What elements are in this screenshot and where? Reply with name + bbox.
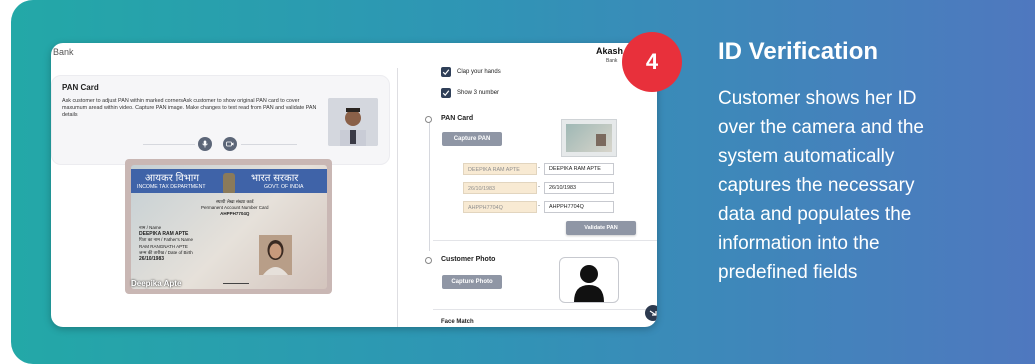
video-icon <box>226 141 234 147</box>
step-title: ID Verification <box>718 38 879 65</box>
description-line: data and populates the <box>718 204 912 225</box>
validate-pan-button[interactable]: Validate PAN <box>566 221 636 235</box>
step-description: Customer shows her ID over the camera an… <box>718 84 1018 287</box>
timeline-node-pan <box>425 116 432 123</box>
signature <box>223 275 249 284</box>
capture-photo-button[interactable]: Capture Photo <box>442 275 502 289</box>
mic-icon <box>202 140 208 148</box>
father-name: RAM RANGNATH APTE <box>139 243 188 249</box>
bank-name: Bank <box>53 47 74 57</box>
agent-video-thumbnail <box>328 98 378 146</box>
pan-number-input[interactable] <box>544 201 614 213</box>
dob: 26/10/1983 <box>139 256 165 263</box>
pan-panel-title: PAN Card <box>62 83 99 92</box>
scroll-down-button[interactable] <box>645 305 657 321</box>
dob-input[interactable] <box>544 182 614 194</box>
checkbox-label: Clap your hands <box>457 69 501 75</box>
checkbox-clap-hands[interactable] <box>441 67 451 77</box>
pan-card-fields: नाम / Name DEEPIKA RAM APTE पिता का नाम … <box>139 225 193 262</box>
pan-dept-hindi: आयकर विभाग <box>145 173 199 184</box>
pan-card-capture: आयकर विभाग भारत सरकार INCOME TAX DEPARTM… <box>125 159 332 294</box>
pan-govt-english: GOVT. OF INDIA <box>264 184 304 190</box>
check-icon <box>442 69 450 76</box>
check-icon <box>442 90 450 97</box>
father-label: पिता का नाम / Father's Name <box>139 237 194 243</box>
description-line: over the camera and the <box>718 117 924 138</box>
national-emblem-icon <box>223 173 235 193</box>
video-button[interactable] <box>223 137 237 151</box>
description-line: captures the necessary <box>718 175 915 196</box>
field-separator: - <box>538 165 540 171</box>
read-dob-field: 26/10/1983 <box>463 182 537 194</box>
pan-instruction-panel: PAN Card Ask customer to adjust PAN with… <box>51 75 390 165</box>
pan-card-header: आयकर विभाग भारत सरकार INCOME TAX DEPARTM… <box>131 169 327 193</box>
description-line: predefined fields <box>718 262 858 283</box>
read-name-field: DEEPIKA RAM APTE <box>463 163 537 175</box>
customer-photo-placeholder <box>559 257 619 303</box>
read-pan-field: AHPPH7704Q <box>463 201 537 213</box>
description-line: Customer shows her ID <box>718 88 917 109</box>
pan-dept-english: INCOME TAX DEPARTMENT <box>137 184 206 190</box>
mic-button[interactable] <box>198 137 212 151</box>
description-line: system automatically <box>718 146 895 167</box>
pan-number: AHPPH7704Q <box>220 211 250 216</box>
pan-card-center: स्थायी लेखा संख्या कार्ड Permanent Accou… <box>201 199 269 217</box>
verification-steps-panel: Clap your hands Show 3 number PAN Card C… <box>411 43 657 327</box>
captured-pan-thumbnail <box>561 119 617 157</box>
timeline-node-photo <box>425 257 432 264</box>
section-separator <box>433 309 657 310</box>
section-title-photo: Customer Photo <box>441 256 496 263</box>
capture-pan-button[interactable]: Capture PAN <box>442 132 502 146</box>
capture-overlay-name: Deepika Apte <box>131 279 182 288</box>
checkbox-label: Show 3 number <box>457 90 500 96</box>
field-separator: - <box>538 184 540 190</box>
pan-govt-hindi: भारत सरकार <box>251 173 299 184</box>
panel-divider <box>397 68 398 327</box>
controls-divider-left <box>143 144 195 145</box>
pan-card-image: आयकर विभाग भारत सरकार INCOME TAX DEPARTM… <box>131 165 327 289</box>
section-title-pan: PAN Card <box>441 115 474 122</box>
section-separator <box>433 240 657 241</box>
timeline-line <box>429 121 430 251</box>
step-number-badge: 4 <box>622 32 682 92</box>
description-line: information into the <box>718 233 880 254</box>
holder-photo <box>259 235 292 275</box>
section-title-face-match: Face Match <box>441 319 474 325</box>
app-screenshot: Bank Akash Bank PAN Card Ask customer to… <box>51 43 657 327</box>
pan-instructions: Ask customer to adjust PAN within marked… <box>62 98 317 118</box>
checkbox-show-number[interactable] <box>441 88 451 98</box>
person-icon <box>574 265 604 302</box>
field-separator: - <box>538 203 540 209</box>
scroll-down-icon <box>649 310 657 316</box>
name-input[interactable] <box>544 163 614 175</box>
controls-divider-right <box>241 144 297 145</box>
